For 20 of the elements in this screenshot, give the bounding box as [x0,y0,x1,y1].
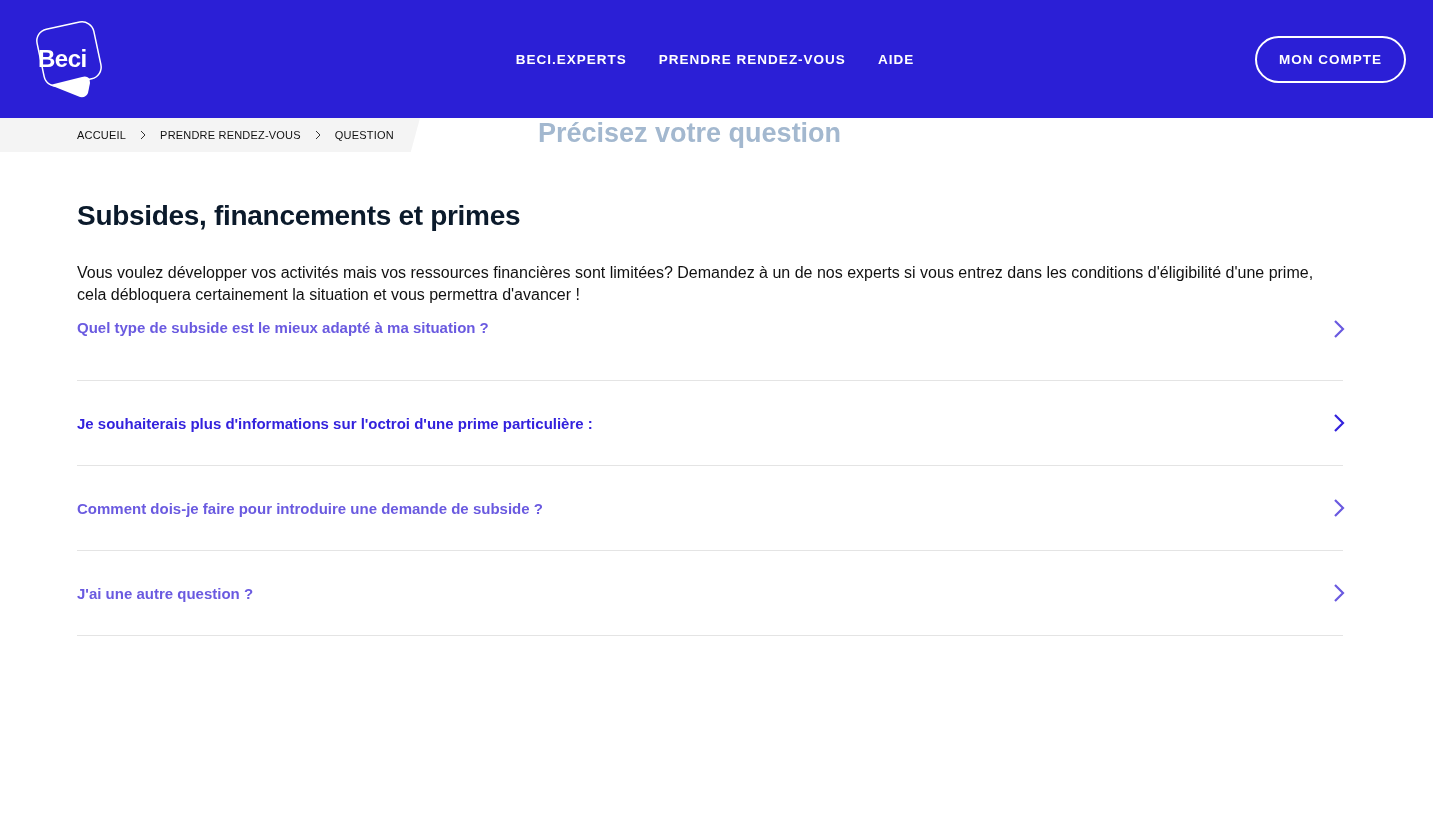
question-item[interactable]: Comment dois-je faire pour introduire une demande de subside ? [77,466,1343,551]
question-item[interactable]: J'ai une autre question ? [77,551,1343,636]
breadcrumb-link[interactable]: QUESTION [334,129,394,141]
page-title: Précisez votre question [538,118,842,148]
section-title: Subsides, financements et primes [77,200,522,232]
question-item[interactable]: Quel type de subside est le mieux adapté à ma situation ? [77,306,1343,381]
chevron-right-icon [314,130,321,140]
chevron-right-icon [140,130,147,140]
chevron-right-icon [1333,319,1345,339]
breadcrumb-link[interactable]: PRENDRE RENDEZ-VOUS [160,129,301,141]
nav-link[interactable]: BECI.EXPERTS [515,51,627,67]
section-description: Vous voulez développer vos activités mais vos ressources financières sont limitées? Demandez à un de nos experts si vous entrez dans les conditions d'éligibilité d'une prime, cela débloquera certainement la situation et vous permettra d'avancer ! [77,263,1315,305]
chevron-right-icon [1333,583,1345,603]
breadcrumb-link[interactable]: ACCUEIL [77,129,127,141]
chevron-right-icon [1333,413,1345,433]
nav-link[interactable]: AIDE [877,51,915,67]
nav-link[interactable]: PRENDRE RENDEZ-VOUS [658,51,846,67]
question-item[interactable]: Je souhaiterais plus d'informations sur l'octroi d'une prime particulière : [77,381,1343,466]
account-button[interactable]: MON COMPTE [1255,35,1406,83]
chevron-right-icon [1333,498,1345,518]
